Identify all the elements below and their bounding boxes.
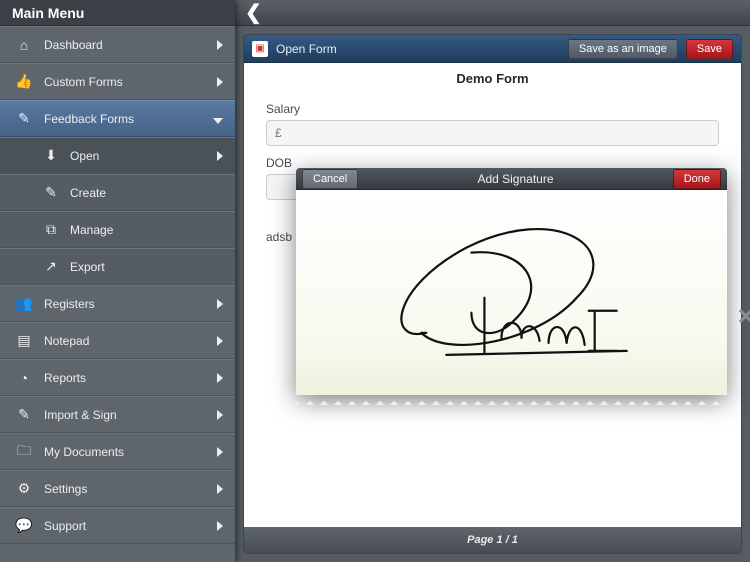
sidebar-title: Main Menu <box>0 0 235 26</box>
sidebar-item-custom-forms[interactable]: 👍 Custom Forms <box>0 63 235 100</box>
sidebar-subitem-manage[interactable]: ⧉ Manage <box>0 211 235 248</box>
app-root: Main Menu ⌂ Dashboard 👍 Custom Forms ✎ F… <box>0 0 750 562</box>
pie-icon: ◔ <box>12 370 36 386</box>
download-icon: ⬇ <box>40 147 62 164</box>
share-icon: ↗ <box>40 258 62 275</box>
sidebar-item-label: Feedback Forms <box>44 112 213 126</box>
sidebar-item-label: Import & Sign <box>44 408 217 422</box>
sidebar-item-feedback-forms[interactable]: ✎ Feedback Forms <box>0 100 235 137</box>
sidebar-item-label: Open <box>70 149 217 163</box>
salary-label: Salary <box>266 102 719 116</box>
sidebar-item-settings[interactable]: ⚙ Settings <box>0 470 235 507</box>
chevron-right-icon <box>217 444 223 460</box>
save-button[interactable]: Save <box>686 39 733 59</box>
save-as-image-button[interactable]: Save as an image <box>568 39 678 59</box>
chevron-right-icon <box>217 407 223 423</box>
back-button[interactable]: ❮ <box>245 3 262 23</box>
chevron-right-icon <box>217 74 223 90</box>
pencil-icon: ✎ <box>12 110 36 127</box>
chevron-right-icon <box>217 37 223 53</box>
sidebar-item-label: Registers <box>44 297 217 311</box>
sidebar-item-label: Settings <box>44 482 217 496</box>
open-form-title: Open Form <box>276 42 560 56</box>
sidebar-item-label: Export <box>70 260 223 274</box>
sidebar-subitem-open[interactable]: ⬇ Open <box>0 137 235 174</box>
sidebar-item-dashboard[interactable]: ⌂ Dashboard <box>0 26 235 63</box>
form-header: ▣ Open Form Save as an image Save <box>244 35 741 63</box>
form-footer: Page 1 / 1 <box>244 527 741 553</box>
sidebar-item-label: Notepad <box>44 334 217 348</box>
folder-icon: 🗀 <box>12 440 36 464</box>
signature-canvas[interactable] <box>296 190 727 385</box>
main-menu: ⌂ Dashboard 👍 Custom Forms ✎ Feedback Fo… <box>0 26 235 544</box>
close-icon[interactable]: ✕ <box>737 304 750 330</box>
done-button[interactable]: Done <box>673 169 721 189</box>
open-form-icon: ▣ <box>252 41 268 57</box>
signature-modal-header: Cancel Add Signature Done <box>296 168 727 190</box>
sidebar-item-my-documents[interactable]: 🗀 My Documents <box>0 433 235 470</box>
chevron-right-icon <box>217 370 223 386</box>
sidebar-item-registers[interactable]: 👥 Registers <box>0 285 235 322</box>
sidebar-item-label: Support <box>44 519 217 533</box>
sidebar: Main Menu ⌂ Dashboard 👍 Custom Forms ✎ F… <box>0 0 235 562</box>
sidebar-item-reports[interactable]: ◔ Reports <box>0 359 235 396</box>
chevron-right-icon <box>217 333 223 349</box>
edit-icon: ✎ <box>40 184 62 201</box>
notepad-icon: ▤ <box>12 332 36 349</box>
signature-zigzag-edge <box>296 386 727 395</box>
signature-modal: Cancel Add Signature Done ✕ <box>296 168 727 395</box>
signature-modal-title: Add Signature <box>358 172 672 186</box>
sidebar-item-notepad[interactable]: ▤ Notepad <box>0 322 235 359</box>
chevron-right-icon <box>217 481 223 497</box>
people-icon: 👥 <box>12 295 36 312</box>
form-title: Demo Form <box>244 63 741 98</box>
sidebar-item-label: Reports <box>44 371 217 385</box>
chevron-right-icon <box>217 148 223 164</box>
sidebar-subitem-create[interactable]: ✎ Create <box>0 174 235 211</box>
chevron-right-icon <box>217 518 223 534</box>
sidebar-item-label: Create <box>70 186 223 200</box>
topbar: ❮ <box>235 0 750 26</box>
sidebar-item-label: My Documents <box>44 445 217 459</box>
thumb-icon: 👍 <box>12 73 36 90</box>
chevron-down-icon <box>213 111 223 127</box>
sidebar-item-import-sign[interactable]: ✎ Import & Sign <box>0 396 235 433</box>
gear-icon: ⚙ <box>12 480 36 497</box>
chevron-right-icon <box>217 296 223 312</box>
signature-drawing <box>296 190 727 385</box>
import-icon: ✎ <box>12 406 36 423</box>
cancel-button[interactable]: Cancel <box>302 169 358 189</box>
home-icon: ⌂ <box>12 37 36 53</box>
sidebar-item-label: Dashboard <box>44 38 217 52</box>
salary-input[interactable] <box>266 120 719 146</box>
sidebar-item-label: Custom Forms <box>44 75 217 89</box>
sidebar-subitem-export[interactable]: ↗ Export <box>0 248 235 285</box>
copy-icon: ⧉ <box>40 221 62 238</box>
chat-icon: 💬 <box>12 517 36 534</box>
sidebar-item-label: Manage <box>70 223 223 237</box>
sidebar-item-support[interactable]: 💬 Support <box>0 507 235 544</box>
